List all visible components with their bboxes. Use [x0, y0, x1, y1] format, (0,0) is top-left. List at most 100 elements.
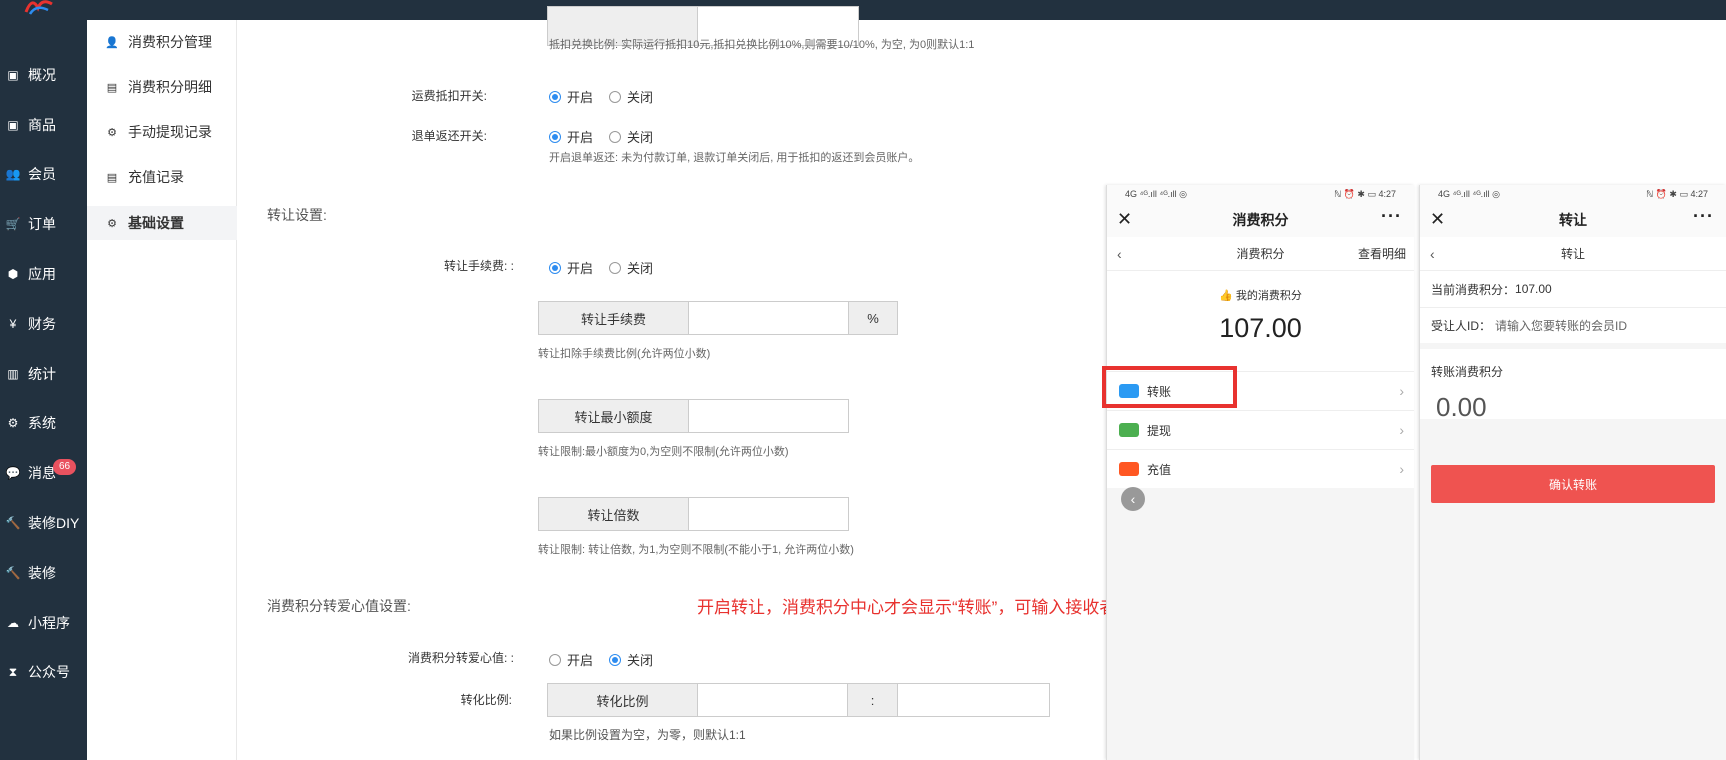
nav-item-members[interactable]: 👥 会员: [0, 154, 87, 194]
freight-switch-radios: 开启 关闭: [549, 87, 669, 106]
freight-open-option[interactable]: 开启: [549, 87, 593, 106]
phone-subbar: ‹ 转让: [1420, 237, 1726, 271]
highlight-transfer-box: [1102, 366, 1237, 408]
refund-open-option[interactable]: 开启: [549, 127, 593, 146]
transfer-fee-hint: 转让扣除手续费比例(允许两位小数): [538, 348, 711, 360]
transfer-open-option[interactable]: 开启: [549, 258, 593, 277]
phone-transfer-page: 4G ⁴ᴳ.ıll ⁴ᴳ.ıll ◎ ℕ ⏰ ✱ ▭ 4:27 ✕ 转让 ···…: [1419, 185, 1726, 760]
love-switch-radios: 开启 关闭: [549, 650, 669, 669]
phone-titlebar: ✕ 转让 ···: [1420, 203, 1726, 237]
sub-sidebar: 👤 消费积分管理 ▤ 消费积分明细 ⚙ 手动提现记录 ▤ 充值记录 ⚙ 基础设置: [87, 20, 237, 760]
radio-checked[interactable]: [549, 261, 561, 274]
nav-item-decorate[interactable]: 🔨 装修: [0, 553, 87, 593]
recipient-id-input[interactable]: 请输入您要转账的会员ID: [1495, 317, 1627, 334]
phone-points-center: 4G ⁴ᴳ.ıll ⁴ᴳ.ıll ◎ ℕ ⏰ ✱ ▭ 4:27 ✕ 消费积分 ·…: [1106, 185, 1414, 760]
current-points-row: 当前消费积分： 107.00: [1420, 271, 1726, 307]
radio-unchecked[interactable]: [609, 90, 622, 103]
nav-label: 统计: [28, 366, 56, 382]
nav-item-overview[interactable]: ▣ 概况: [0, 55, 87, 95]
love-open-option[interactable]: 开启: [549, 650, 593, 669]
close-icon[interactable]: ✕: [1117, 209, 1132, 230]
refund-close-option[interactable]: 关闭: [609, 127, 653, 146]
gavel-icon: 🔨: [5, 566, 21, 580]
yen-icon: ¥: [9, 317, 17, 331]
freight-close-option[interactable]: 关闭: [609, 87, 653, 106]
recipient-row[interactable]: 受让人ID： 请输入您要转账的会员ID: [1420, 307, 1726, 343]
radio-label: 开启: [567, 261, 594, 276]
nav-item-goods[interactable]: ▣ 商品: [0, 105, 87, 145]
top-bar: [0, 0, 1726, 20]
radio-label: 开启: [567, 130, 594, 145]
amount-card: 转账消费积分 0.00: [1420, 349, 1726, 422]
freight-switch-label: 运费抵扣开关:: [411, 89, 487, 103]
radio-unchecked[interactable]: [609, 261, 622, 274]
view-detail-link[interactable]: 查看明细: [1358, 245, 1406, 262]
balance-label-row: 👍 我的消费积分: [1107, 271, 1414, 303]
wechat-icon: ☁: [7, 616, 19, 630]
radio-checked[interactable]: [609, 653, 622, 666]
comment-icon: 💬: [5, 466, 21, 480]
menu-recharge[interactable]: 充值 ›: [1107, 449, 1414, 488]
transfer-multiple-input[interactable]: [689, 498, 848, 530]
transfer-multiple-addon: 转让倍数: [539, 498, 689, 530]
nav-label: 商品: [28, 117, 56, 133]
transfer-fee-group: 转让手续费 %: [538, 301, 898, 335]
refund-switch-radios: 开启 关闭: [549, 127, 669, 146]
transfer-min-addon: 转让最小额度: [539, 400, 689, 432]
nav-item-stats[interactable]: ▥ 统计: [0, 354, 87, 394]
radio-checked[interactable]: [549, 130, 561, 143]
ratio-input-right[interactable]: [898, 684, 1049, 716]
nav-item-miniprogram[interactable]: ☁ 小程序: [0, 603, 87, 643]
back-chevron-icon[interactable]: ‹: [1430, 246, 1435, 262]
nav-item-system[interactable]: ⚙ 系统: [0, 403, 87, 443]
status-signal: 4G ⁴ᴳ.ıll ⁴ᴳ.ıll ◎: [1125, 188, 1188, 199]
phone-title: 转让: [1559, 212, 1587, 228]
radio-label: 开启: [567, 90, 594, 105]
balance-label: 我的消费积分: [1235, 290, 1302, 302]
status-time: ℕ ⏰ ✱ ▭ 4:27: [1334, 188, 1396, 199]
transfer-fee-input[interactable]: [689, 302, 849, 334]
chevron-right-icon: ›: [1399, 383, 1404, 399]
deduct-ratio-hint: 抵扣兑换比例: 实际运行抵扣10元,抵扣兑换比例10%,则需要10/10%, 为…: [549, 39, 975, 51]
ratio-input-left[interactable]: [698, 684, 848, 716]
subnav-item-points-detail[interactable]: ▤ 消费积分明细: [87, 70, 237, 104]
nav-label: 小程序: [28, 615, 70, 631]
back-chevron-icon[interactable]: ‹: [1117, 246, 1122, 262]
transfer-close-option[interactable]: 关闭: [609, 258, 653, 277]
subnav-item-withdraw-records[interactable]: ⚙ 手动提现记录: [87, 115, 237, 149]
recipient-label: 受让人ID：: [1431, 319, 1492, 333]
nav-item-finance[interactable]: ¥ 财务: [0, 304, 87, 344]
menu-withdraw[interactable]: 提现 ›: [1107, 410, 1414, 449]
float-back-button[interactable]: ‹: [1121, 487, 1145, 511]
subnav-item-points-manage[interactable]: 👤 消费积分管理: [87, 25, 237, 59]
confirm-transfer-button[interactable]: 确认转账: [1431, 465, 1715, 503]
menu-label: 充值: [1147, 462, 1172, 477]
ratio-addon: 转化比例: [548, 684, 698, 716]
bar-chart-icon: ▥: [7, 367, 19, 381]
amount-input[interactable]: 0.00: [1420, 380, 1726, 423]
subnav-item-recharge-records[interactable]: ▤ 充值记录: [87, 160, 237, 194]
nav-item-apps[interactable]: ⬢ 应用: [0, 254, 87, 294]
current-points-label: 当前消费积分：: [1431, 282, 1516, 297]
close-icon[interactable]: ✕: [1430, 209, 1445, 230]
phone-subtitle: 消费积分: [1236, 247, 1285, 261]
gavel-icon: 🔨: [5, 516, 21, 530]
radio-unchecked[interactable]: [549, 653, 561, 666]
subnav-label: 消费积分管理: [128, 34, 212, 50]
refund-hint: 开启退单返还: 未为付款订单, 退款订单关闭后, 用于抵扣的返还到会员账户。: [549, 152, 920, 164]
nav-item-decorate-diy[interactable]: 🔨 装修DIY: [0, 503, 87, 543]
radio-unchecked[interactable]: [609, 130, 622, 143]
nav-item-official-account[interactable]: ⧗ 公众号: [0, 652, 87, 692]
chevron-right-icon: ›: [1399, 422, 1404, 438]
radio-checked[interactable]: [549, 90, 561, 103]
transfer-min-input[interactable]: [689, 400, 848, 432]
more-icon[interactable]: ···: [1693, 206, 1714, 227]
subnav-item-basic-settings[interactable]: ⚙ 基础设置: [87, 206, 237, 240]
menu-label: 提现: [1147, 423, 1172, 438]
love-close-option[interactable]: 关闭: [609, 650, 653, 669]
nav-item-messages[interactable]: 💬 消息 66: [0, 453, 87, 493]
gears-icon: ⚙: [107, 126, 117, 139]
radio-label: 关闭: [627, 261, 654, 276]
more-icon[interactable]: ···: [1381, 206, 1402, 227]
nav-item-orders[interactable]: 🛒 订单: [0, 204, 87, 244]
